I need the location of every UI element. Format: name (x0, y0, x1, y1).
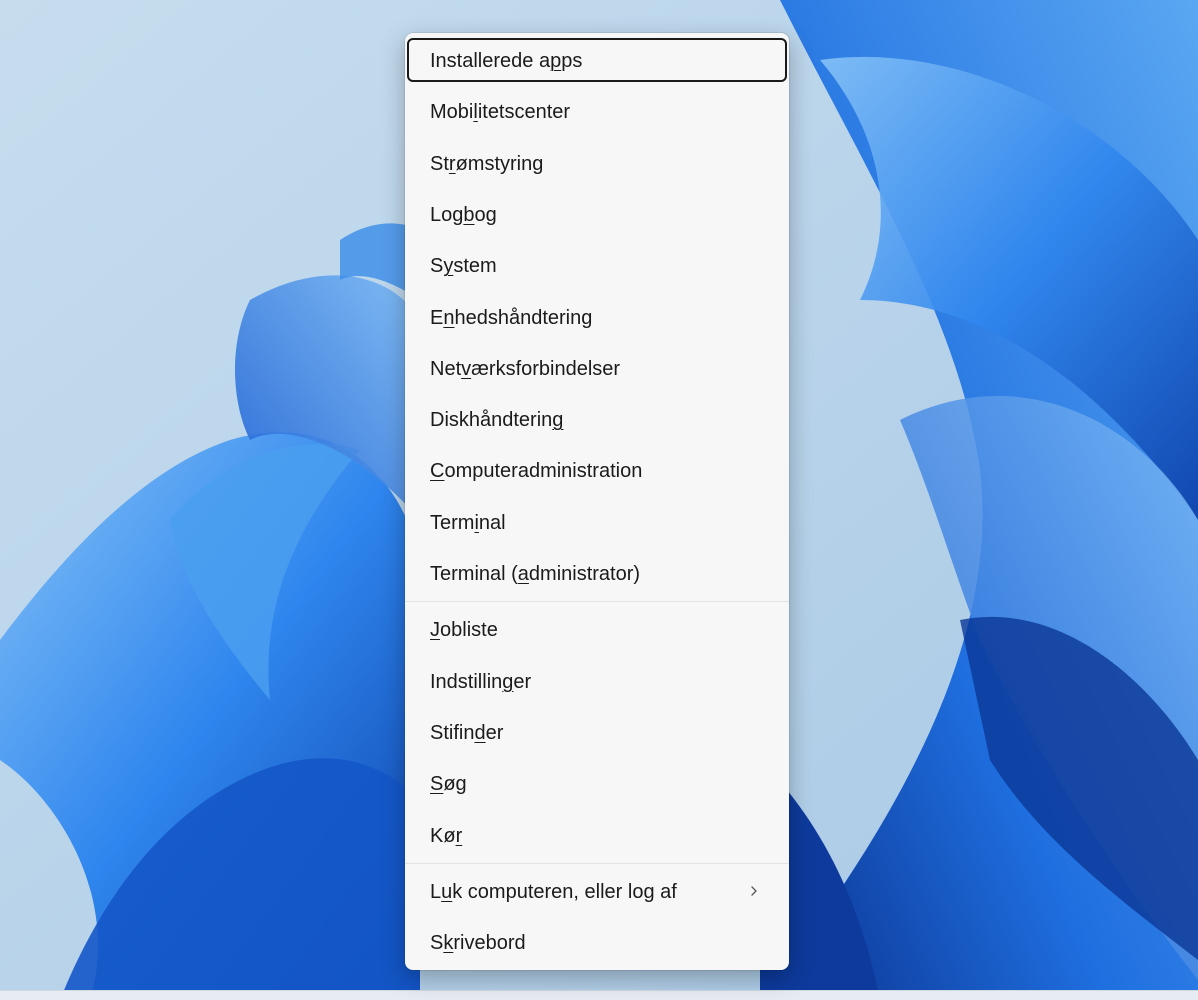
menu-item-label: Terminal (administrator) (430, 562, 640, 586)
menu-item[interactable]: Indstillinger (405, 657, 789, 707)
menu-item-label-text: dministrator) (528, 563, 641, 585)
access-key: d (474, 721, 486, 744)
quick-link-menu: Installerede apps Mobilitetscenter Strømst… (405, 33, 789, 970)
menu-item-label: Kør (430, 824, 462, 848)
menu-item-label: Indstillinger (430, 670, 531, 694)
menu-item[interactable]: Terminal (administrator) (405, 549, 789, 599)
menu-item-label-text: er (513, 670, 532, 693)
access-key: S (430, 773, 444, 796)
chevron-right-icon (751, 886, 757, 896)
menu-item[interactable]: Stifinder (405, 708, 789, 758)
menu-item-label: Luk computeren, eller log af (430, 880, 677, 904)
access-key: g (502, 670, 514, 693)
menu-item[interactable]: Logbog (405, 190, 789, 240)
menu-item-label-text: Kø (430, 824, 456, 847)
menu-item[interactable]: Strømstyring (405, 139, 789, 189)
menu-item[interactable]: System (405, 241, 789, 291)
menu-item-label-text: S (430, 255, 444, 278)
menu-item-label: Diskhåndtering (430, 408, 563, 432)
access-key: y (443, 255, 454, 278)
access-key: u (441, 880, 453, 903)
access-key: p (550, 50, 562, 72)
menu-item-label: Logbog (430, 203, 497, 227)
menu-item-label: Stifinder (430, 721, 503, 745)
access-key: v (461, 357, 472, 380)
menu-item-label-text: nal (478, 511, 506, 534)
menu-item-label-text: k computeren, eller log af (452, 880, 677, 903)
menu-item-label: Skrivebord (430, 931, 526, 955)
menu-item-label-text: stem (453, 255, 497, 278)
menu-item-label: Terminal (430, 511, 506, 535)
menu-item-label-text: L (430, 880, 442, 903)
menu-separator (405, 601, 789, 603)
access-key: g (552, 409, 564, 432)
menu-item-label-text: Term (430, 511, 475, 534)
menu-item-label-text: omputeradministration (444, 460, 643, 483)
menu-item-label-text: Indstillin (430, 670, 503, 693)
menu-item[interactable]: Kør (405, 811, 789, 861)
menu-item-label-text: er (485, 721, 504, 744)
menu-separator (405, 862, 789, 864)
menu-item-label-text: Mobi (430, 101, 474, 124)
menu-item-label-text: rivebord (453, 932, 526, 955)
menu-item[interactable]: Luk computeren, eller log af (405, 867, 789, 917)
menu-item-label-text: ps (561, 50, 583, 72)
menu-item[interactable]: Diskhåndtering (405, 395, 789, 445)
menu-item-label-text: Stifin (430, 721, 475, 744)
menu-item-label: Jobliste (430, 618, 498, 642)
access-key: a (517, 563, 529, 585)
menu-item-label: Netværksforbindelser (430, 357, 620, 381)
menu-item-label-text: Log (430, 203, 464, 226)
menu-item[interactable]: Søg (405, 759, 789, 809)
menu-item[interactable]: Mobilitetscenter (405, 87, 789, 137)
menu-item-label: Søg (430, 772, 467, 796)
access-key: C (430, 460, 445, 483)
access-key: J (430, 619, 440, 642)
menu-item-label-text: hedshåndtering (454, 306, 593, 329)
menu-item-label: Mobilitetscenter (430, 100, 570, 124)
menu-item-label-text: ømstyring (455, 152, 544, 175)
menu-item[interactable]: Computeradministration (405, 446, 789, 496)
menu-item[interactable]: Enhedshåndtering (405, 293, 789, 343)
access-key: k (443, 932, 454, 955)
taskbar (0, 990, 1198, 1000)
menu-item-label: Enhedshåndtering (430, 306, 592, 330)
menu-item-label-text: Net (430, 357, 462, 380)
menu-item-label: Computeradministration (430, 459, 642, 483)
access-key: n (443, 306, 455, 329)
menu-item[interactable]: Netværksforbindelser (405, 344, 789, 394)
menu-item-label-text: og (474, 203, 497, 226)
access-key: r (448, 152, 456, 175)
menu-item-label: Strømstyring (430, 152, 543, 176)
menu-item-label: System (430, 254, 497, 278)
menu-item-label: Installerede apps (430, 49, 582, 73)
menu-item[interactable]: Terminal (405, 498, 789, 548)
menu-item-label-text: Installerede a (430, 50, 551, 72)
menu-item-label-text: øg (443, 773, 467, 796)
menu-item-label-text: S (430, 932, 444, 955)
menu-item-label-text: St (430, 152, 449, 175)
access-key: r (455, 824, 463, 847)
menu-item-label-text: itetscenter (477, 101, 571, 124)
menu-item-label-text: ærksforbindelser (471, 357, 621, 380)
menu-item-label-text: obliste (440, 619, 498, 642)
access-key: b (463, 203, 475, 226)
menu-item[interactable]: Jobliste (405, 605, 789, 655)
menu-item-label-text: Terminal ( (430, 563, 518, 585)
menu-item[interactable]: Installerede apps (405, 36, 789, 86)
menu-item-label-text: Diskhåndterin (430, 409, 553, 432)
menu-item-label-text: E (430, 306, 444, 329)
menu-item[interactable]: Skrivebord (405, 918, 789, 968)
